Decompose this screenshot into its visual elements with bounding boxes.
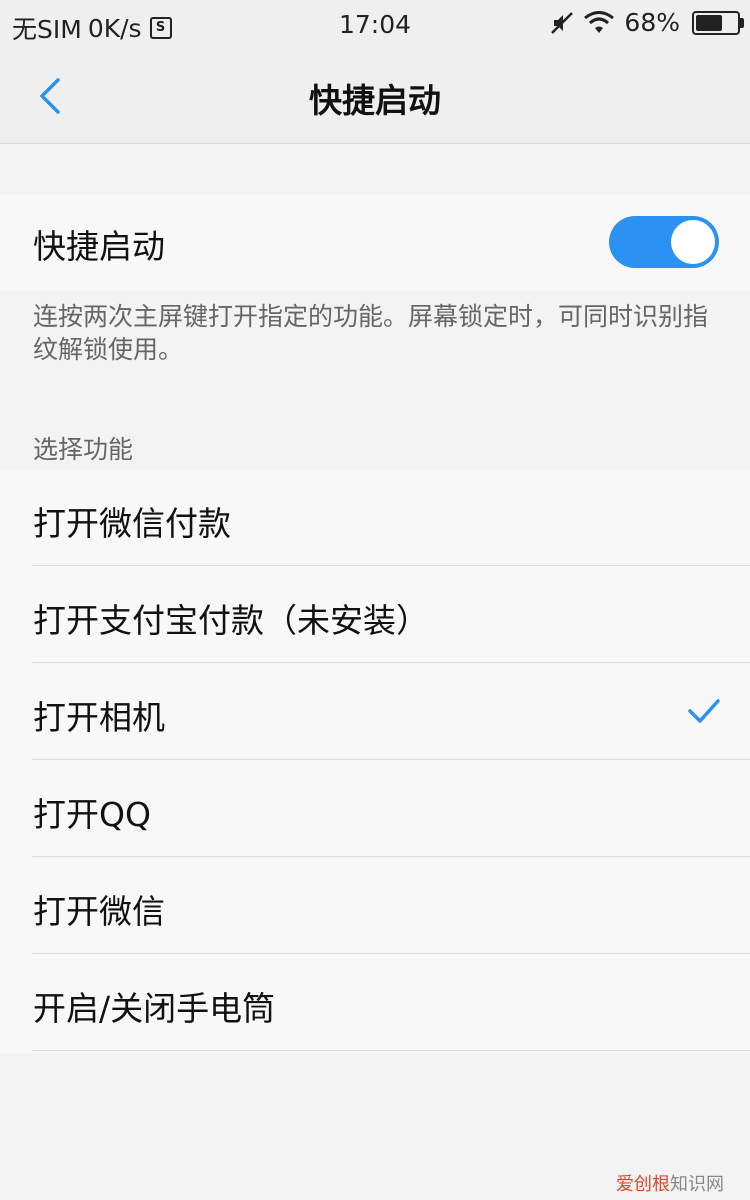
nav-bar: 快捷启动 (0, 50, 750, 144)
option-label: 打开QQ (33, 795, 151, 834)
switch-knob (671, 220, 715, 264)
option-wechat[interactable]: 打开微信 (0, 857, 750, 954)
feature-description: 连按两次主屏键打开指定的功能。屏幕锁定时，可同时识别指纹解锁使用。 (33, 302, 709, 364)
options-list: 打开微信付款 打开支付宝付款（未安装） 打开相机 打开QQ 打开微信 开启/关闭… (0, 469, 750, 1053)
watermark: 爱创根知识网 (616, 1170, 724, 1196)
page-title: 快捷启动 (309, 81, 441, 120)
option-camera[interactable]: 打开相机 (0, 663, 750, 760)
option-alipay[interactable]: 打开支付宝付款（未安装） (0, 566, 750, 663)
battery-icon (692, 10, 744, 35)
divider (32, 1050, 750, 1051)
check-icon (688, 699, 720, 723)
option-qq[interactable]: 打开QQ (0, 760, 750, 857)
option-label: 打开微信付款 (33, 504, 231, 543)
battery-percent: 68% (624, 8, 680, 37)
option-flashlight[interactable]: 开启/关闭手电筒 (0, 954, 750, 1051)
option-label: 打开支付宝付款（未安装） (33, 601, 429, 640)
status-bar: 无SIM 0K/s S 17:04 68% (0, 0, 750, 50)
option-label: 开启/关闭手电筒 (33, 989, 276, 1028)
watermark-accent: 爱创根 (616, 1174, 670, 1195)
option-label: 打开相机 (33, 698, 165, 737)
status-right: 68% (550, 8, 744, 37)
option-label: 打开微信 (33, 892, 165, 931)
option-wechat-pay[interactable]: 打开微信付款 (0, 469, 750, 566)
watermark-text: 知识网 (670, 1174, 724, 1195)
wifi-icon (584, 10, 615, 33)
mute-icon (551, 11, 574, 34)
quick-launch-switch[interactable] (609, 216, 719, 268)
battery-fill (696, 14, 722, 31)
section-header: 选择功能 (33, 435, 134, 464)
toggle-label: 快捷启动 (33, 227, 165, 266)
